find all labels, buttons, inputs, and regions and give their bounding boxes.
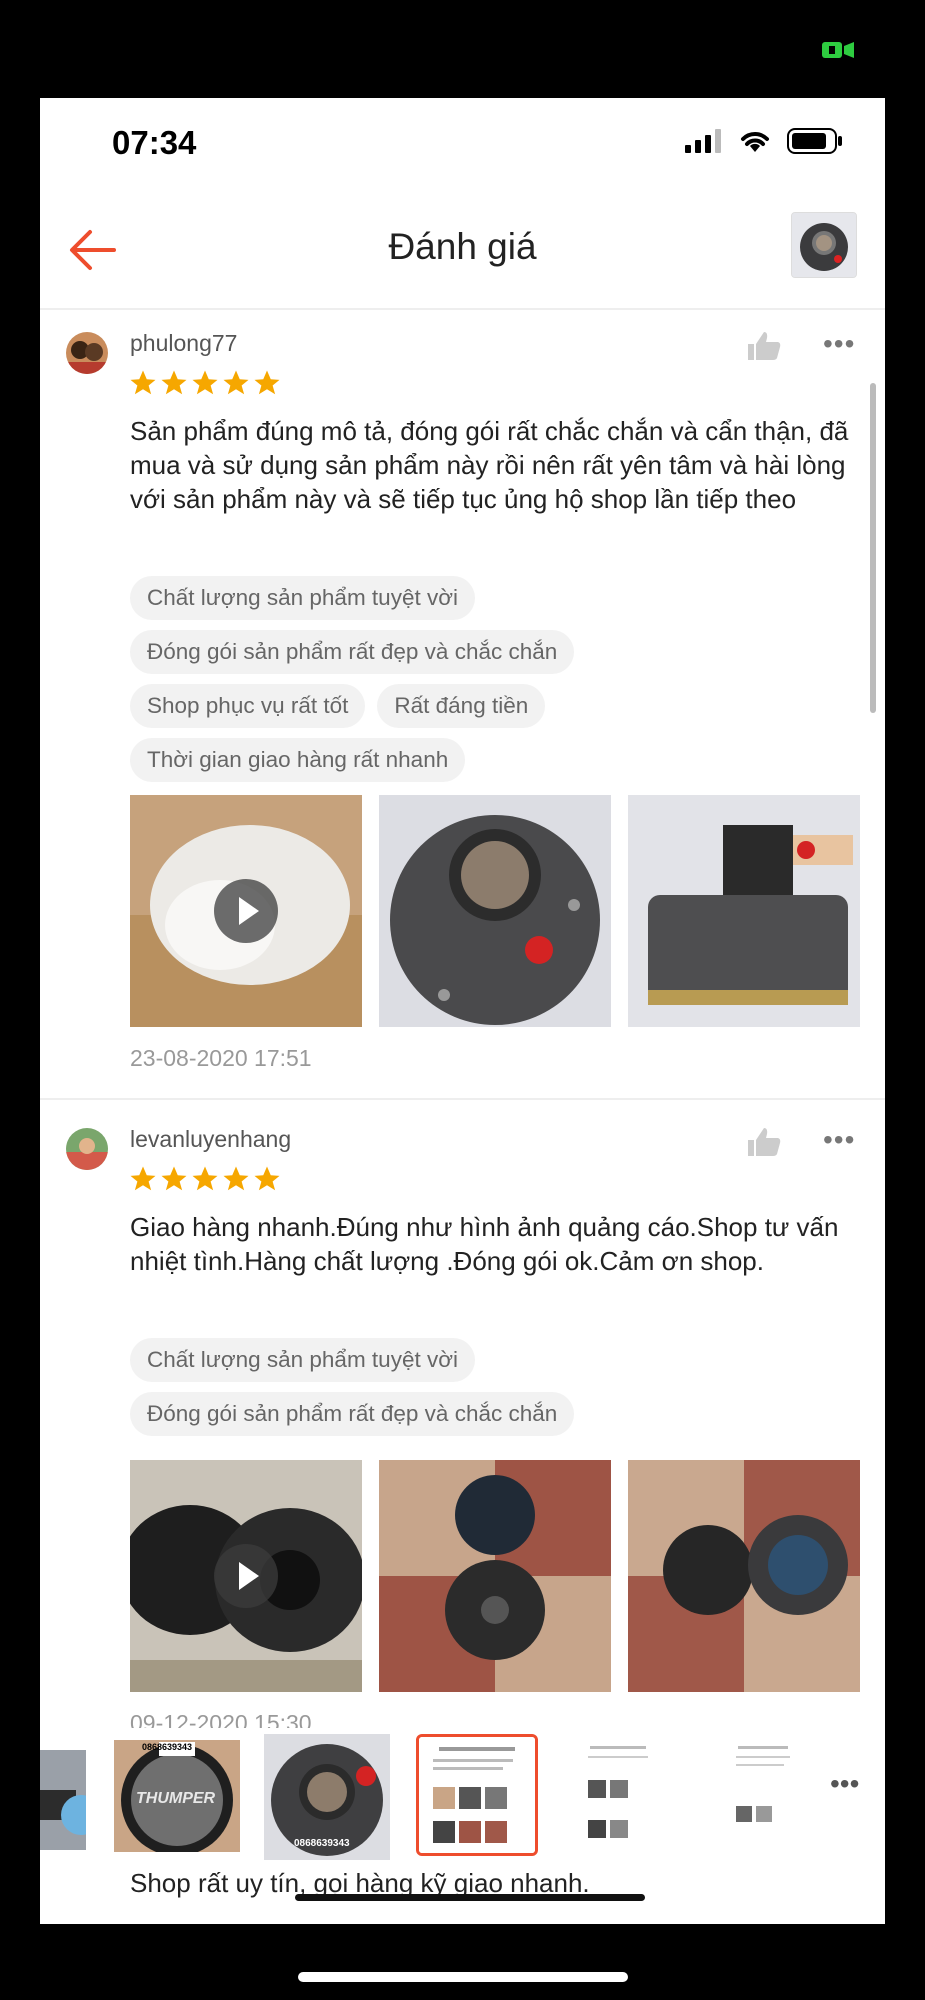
review-video-thumbnail[interactable] bbox=[130, 795, 362, 1027]
strip-thumbnail[interactable] bbox=[580, 1736, 660, 1858]
app-frame: 07:34 Đánh giá phulong77 ••• Sản phẩm đú… bbox=[40, 98, 885, 1924]
status-icons bbox=[685, 128, 843, 154]
review-tag: Thời gian giao hàng rất nhanh bbox=[130, 738, 466, 782]
review-tag: Rất đáng tiền bbox=[377, 684, 546, 728]
more-options-icon[interactable]: ••• bbox=[823, 328, 855, 360]
review-date: 23-08-2020 17:51 bbox=[130, 1045, 312, 1071]
review-photo-thumbnail[interactable] bbox=[628, 1460, 860, 1692]
star-icon bbox=[192, 370, 218, 395]
more-options-icon[interactable]: ••• bbox=[823, 1124, 855, 1156]
strip-phone-label: 0868639343 bbox=[294, 1838, 350, 1849]
star-icon bbox=[223, 1166, 249, 1191]
status-time: 07:34 bbox=[112, 124, 197, 161]
star-icon bbox=[223, 370, 249, 395]
review-photo-thumbnail[interactable] bbox=[628, 795, 860, 1027]
app-home-indicator bbox=[295, 1894, 645, 1901]
star-icon bbox=[192, 1166, 218, 1191]
star-icon bbox=[130, 370, 156, 395]
wifi-icon bbox=[741, 132, 769, 152]
review-media bbox=[130, 1460, 860, 1692]
thumbnail-strip: 0868639343 THUMPER 0868639343 ••• bbox=[40, 1728, 885, 1878]
status-bar: 07:34 bbox=[40, 98, 885, 188]
review-tags: Chất lượng sản phẩm tuyệt vời Đóng gói s… bbox=[130, 576, 850, 792]
review-video-thumbnail[interactable] bbox=[130, 1460, 362, 1692]
review-tag: Chất lượng sản phẩm tuyệt vời bbox=[130, 576, 475, 620]
star-icon bbox=[161, 370, 187, 395]
photo-counter: 6/8 bbox=[440, 1148, 485, 1184]
camera-active-icon bbox=[822, 42, 854, 58]
review-tag: Đóng gói sản phẩm rất đẹp và chắc chắn bbox=[130, 1392, 575, 1436]
review-media bbox=[130, 795, 860, 1027]
review-photo-thumbnail[interactable] bbox=[379, 1460, 611, 1692]
review-tag: Đóng gói sản phẩm rất đẹp và chắc chắn bbox=[130, 630, 575, 674]
review-photo-thumbnail[interactable] bbox=[379, 795, 611, 1027]
signal-icon bbox=[685, 129, 721, 153]
strip-brand-label: THUMPER bbox=[136, 1790, 216, 1807]
strip-thumbnail[interactable]: 0868639343 THUMPER bbox=[114, 1740, 240, 1852]
home-indicator[interactable] bbox=[298, 1972, 628, 1982]
play-icon[interactable] bbox=[214, 1544, 278, 1608]
rating-stars bbox=[128, 1164, 282, 1194]
review-tag: Chất lượng sản phẩm tuyệt vời bbox=[130, 1338, 475, 1382]
review-text: Sản phẩm đúng mô tả, đóng gói rất chắc c… bbox=[130, 416, 849, 514]
battery-icon bbox=[787, 128, 842, 154]
play-icon[interactable] bbox=[214, 879, 278, 943]
strip-thumbnail[interactable] bbox=[730, 1736, 800, 1858]
review-tag: Shop phục vụ rất tốt bbox=[130, 684, 366, 728]
top-navbar: Đánh giá bbox=[40, 198, 885, 310]
review-username[interactable]: phulong77 bbox=[130, 330, 237, 357]
speaker-driver-image bbox=[792, 213, 856, 277]
strip-thumbnail[interactable] bbox=[40, 1750, 86, 1850]
page-title: Đánh giá bbox=[388, 226, 537, 267]
review-tags: Chất lượng sản phẩm tuyệt vời Đóng gói s… bbox=[130, 1338, 850, 1446]
review-text: Giao hàng nhanh.Đúng như hình ảnh quảng … bbox=[130, 1212, 839, 1276]
rating-stars bbox=[128, 368, 282, 398]
review-divider bbox=[40, 1098, 885, 1100]
review-username[interactable]: levanluyenhang bbox=[130, 1126, 291, 1153]
more-options-icon[interactable]: ••• bbox=[830, 1768, 859, 1800]
avatar bbox=[66, 1128, 108, 1170]
star-icon bbox=[161, 1166, 187, 1191]
star-icon bbox=[130, 1166, 156, 1191]
strip-thumbnail-selected[interactable] bbox=[416, 1734, 538, 1856]
strip-phone-label: 0868639343 bbox=[142, 1742, 193, 1752]
thumbs-up-icon[interactable] bbox=[746, 1126, 782, 1158]
scrollbar[interactable] bbox=[870, 383, 876, 713]
star-icon bbox=[254, 370, 280, 395]
thumbs-up-icon[interactable] bbox=[746, 330, 782, 362]
avatar bbox=[66, 332, 108, 374]
product-thumbnail[interactable] bbox=[791, 212, 857, 278]
strip-thumbnail[interactable]: 0868639343 bbox=[264, 1734, 390, 1860]
star-icon bbox=[254, 1166, 280, 1191]
